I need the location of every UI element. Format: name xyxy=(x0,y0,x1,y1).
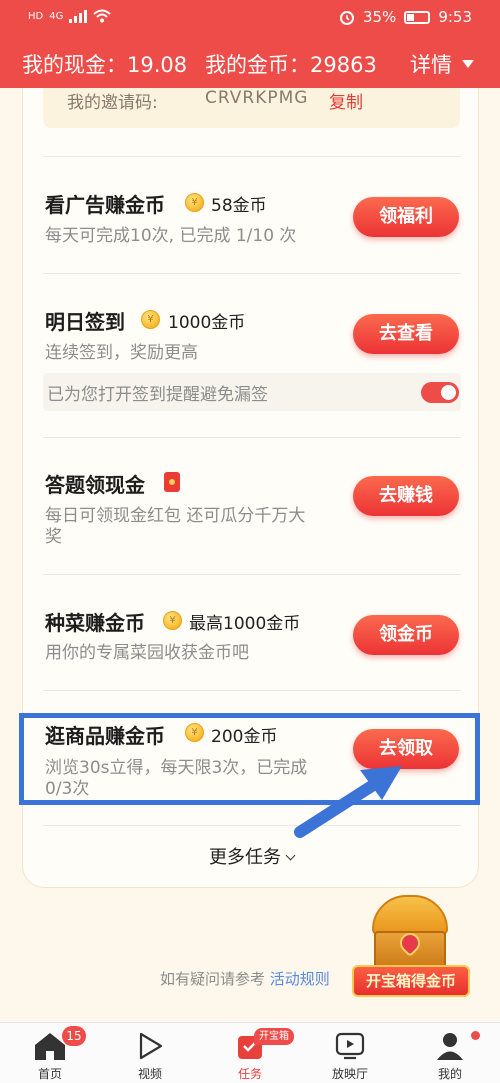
nav-video[interactable]: 视频 xyxy=(110,1023,190,1083)
cash-label: 我的现金： xyxy=(22,53,127,77)
caret-down-icon xyxy=(462,60,474,68)
tasks-badge: 开宝箱 xyxy=(254,1028,294,1045)
profile-icon xyxy=(437,1033,463,1060)
get-coins-button[interactable]: 领金币 xyxy=(353,615,459,655)
task-reward: 58金币 xyxy=(211,196,267,216)
nav-profile-label: 我的 xyxy=(437,1067,462,1081)
coin-balance: 我的金币：29863 xyxy=(205,49,377,79)
cash-balance: 我的现金：19.08 xyxy=(22,49,187,79)
cash-value: 19.08 xyxy=(127,53,188,77)
invite-code-label: 我的邀请码: xyxy=(67,93,158,113)
claim-welfare-button[interactable]: 领福利 xyxy=(353,197,459,237)
task-title: 明日签到 xyxy=(45,310,125,334)
coins-value: 29863 xyxy=(310,53,377,77)
view-sign-in-button[interactable]: 去查看 xyxy=(353,314,459,354)
profile-dot-badge xyxy=(471,1031,480,1040)
screening-icon xyxy=(335,1032,365,1060)
sign-reminder-text: 已为您打开签到提醒避免漏签 xyxy=(47,385,268,405)
red-packet-icon xyxy=(164,472,180,492)
chest-lid xyxy=(372,895,448,935)
sign-reminder-row: 已为您打开签到提醒避免漏签 xyxy=(43,373,461,411)
task-desc-line1: 每日可领现金红包 还可瓜分千万大 xyxy=(45,506,306,526)
divider xyxy=(43,273,461,274)
coins-label: 我的金币： xyxy=(205,53,310,77)
divider xyxy=(43,437,461,438)
task-desc: 用你的专属菜园收获金币吧 xyxy=(45,643,249,663)
details-label: 详情 xyxy=(410,53,452,77)
invite-code-box: 我的邀请码: CRVRKPMG 复制 xyxy=(43,88,460,128)
invite-code: CRVRKPMG xyxy=(205,88,309,108)
task-reward: 1000金币 xyxy=(168,313,246,333)
home-badge: 15 xyxy=(62,1026,86,1046)
status-icons: HD 4G xyxy=(28,9,112,23)
treasure-box-label: 开宝箱得金币 xyxy=(352,965,470,997)
alarm-icon xyxy=(339,11,354,25)
activity-rules-link[interactable]: 活动规则 xyxy=(270,970,330,988)
divider xyxy=(43,156,461,157)
task-title: 种菜赚金币 xyxy=(45,611,145,635)
more-tasks-label: 更多任务 xyxy=(209,847,281,868)
wifi-icon xyxy=(93,9,112,23)
details-button[interactable]: 详情 xyxy=(410,49,474,79)
status-right: 35% 9:53 xyxy=(339,8,472,26)
battery-icon xyxy=(404,10,431,24)
coin-icon: ¥ xyxy=(163,611,182,630)
task-title: 看广告赚金币 xyxy=(45,193,165,217)
coin-icon: ¥ xyxy=(185,193,204,212)
divider xyxy=(43,825,461,826)
signal-icon xyxy=(69,9,88,23)
clock: 9:53 xyxy=(438,8,472,26)
divider xyxy=(43,690,461,691)
rules-note-text: 如有疑问请参考 xyxy=(160,970,266,988)
nav-video-label: 视频 xyxy=(137,1067,162,1081)
nav-home-label: 首页 xyxy=(37,1067,62,1081)
copy-button[interactable]: 复制 xyxy=(329,88,363,113)
earn-money-button[interactable]: 去赚钱 xyxy=(353,476,459,516)
treasure-box-button[interactable]: 开宝箱得金币 xyxy=(352,893,470,1001)
status-bar: HD 4G 35% 9:53 xyxy=(0,0,500,36)
coin-icon: ¥ xyxy=(141,310,160,329)
highlight-box xyxy=(19,713,480,805)
rules-note: 如有疑问请参考 活动规则 xyxy=(160,968,330,989)
task-reward: 最高1000金币 xyxy=(189,614,301,634)
task-title: 答题领现金 xyxy=(45,473,145,497)
nav-screening-hall[interactable]: 放映厅 xyxy=(310,1023,390,1083)
chevron-down-icon xyxy=(285,850,296,861)
task-desc: 每天可完成10次, 已完成 1/10 次 xyxy=(45,226,297,246)
divider xyxy=(43,574,461,575)
more-tasks-button[interactable]: 更多任务 xyxy=(23,843,480,869)
header-bar: 我的现金：19.08 我的金币：29863 详情 xyxy=(0,36,500,88)
battery-percent: 35% xyxy=(362,8,397,26)
sign-reminder-toggle[interactable] xyxy=(421,382,459,403)
nav-tasks-label: 任务 xyxy=(237,1067,262,1081)
task-desc: 连续签到，奖励更高 xyxy=(45,343,198,363)
network-type-label: 4G xyxy=(49,10,64,22)
task-desc-line2: 奖 xyxy=(45,527,62,547)
hd-label: HD xyxy=(28,10,44,22)
play-icon xyxy=(139,1032,163,1060)
nav-screening-label: 放映厅 xyxy=(331,1067,368,1081)
